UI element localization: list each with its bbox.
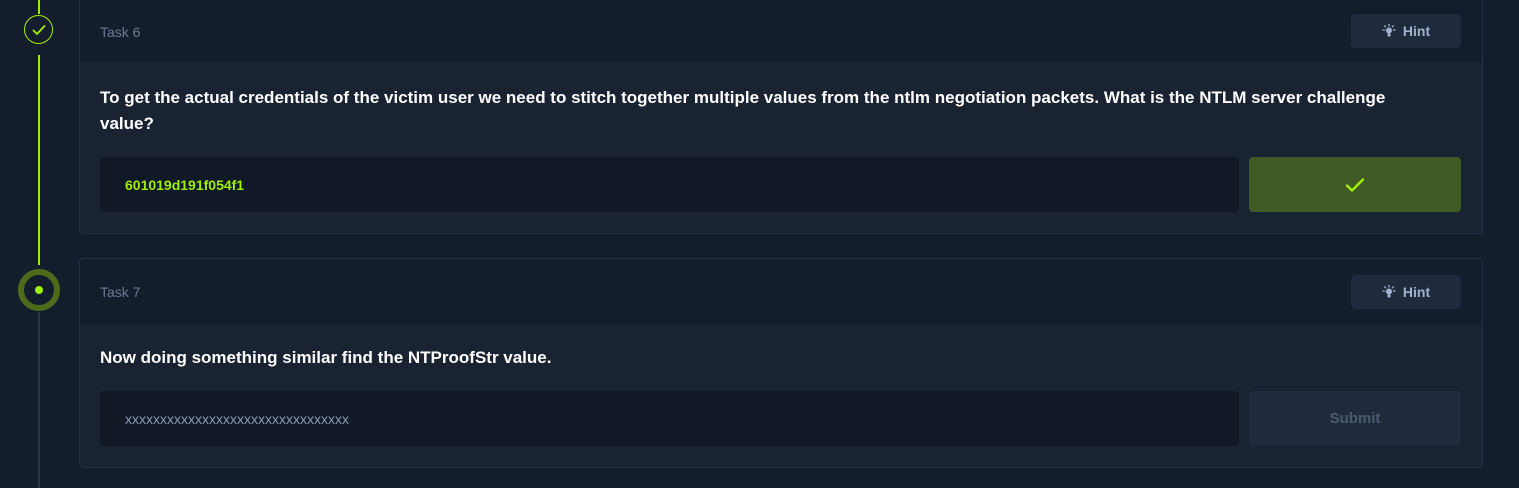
answer-value: 601019d191f054f1 <box>125 176 245 193</box>
hint-label: Hint <box>1402 284 1431 300</box>
task-card: Task 6 Hint To get the actual credential… <box>79 0 1483 234</box>
task-7-active-marker <box>18 269 60 311</box>
task-label: Task 7 <box>100 284 141 300</box>
task-card: Task 7 Hint Now doing something similar … <box>79 258 1483 468</box>
lightbulb-icon <box>1382 24 1396 37</box>
hint-button[interactable]: Hint <box>1351 275 1461 309</box>
timeline-line <box>38 0 40 14</box>
tasks-page: Task 6 Hint To get the actual credential… <box>0 0 1519 488</box>
task-label: Task 6 <box>100 24 141 40</box>
task-6-completed-marker <box>24 15 53 44</box>
timeline-line <box>38 55 40 265</box>
task-header: Task 6 Hint <box>80 0 1482 62</box>
hint-label: Hint <box>1402 23 1431 39</box>
timeline-line <box>38 312 40 488</box>
answer-placeholder: xxxxxxxxxxxxxxxxxxxxxxxxxxxxxxxx <box>125 410 349 427</box>
answer-input[interactable]: xxxxxxxxxxxxxxxxxxxxxxxxxxxxxxxx <box>100 391 1239 446</box>
answer-input[interactable]: 601019d191f054f1 <box>100 157 1239 212</box>
dot-icon <box>35 286 43 294</box>
lightbulb-icon <box>1382 285 1396 298</box>
question-text: Now doing something similar find the NTP… <box>100 348 552 367</box>
task-header: Task 7 Hint <box>80 259 1482 324</box>
question-text: To get the actual credentials of the vic… <box>100 88 1386 133</box>
check-icon <box>32 24 45 35</box>
submit-button[interactable]: Submit <box>1249 391 1461 446</box>
check-icon <box>1345 177 1365 192</box>
hint-button[interactable]: Hint <box>1351 14 1461 48</box>
submit-button-correct[interactable] <box>1249 157 1461 212</box>
